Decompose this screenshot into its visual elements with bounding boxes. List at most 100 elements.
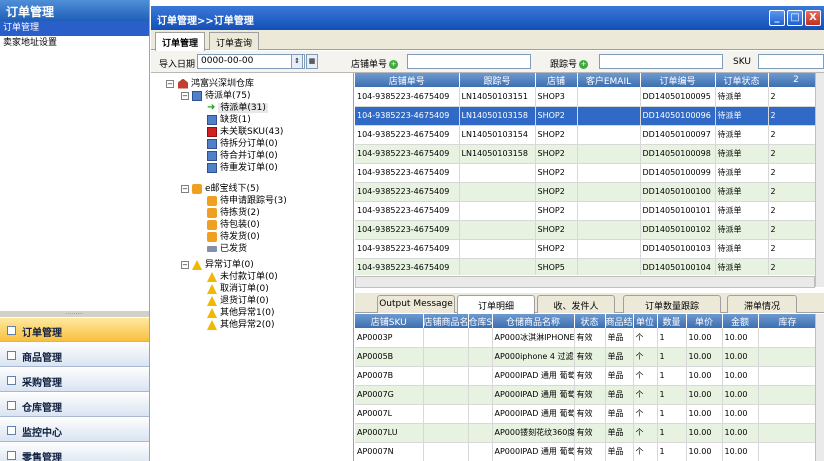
maximize-button[interactable]: □ — [787, 10, 803, 26]
sidebar-item-seller-address[interactable]: 卖家地址设置 — [0, 36, 149, 51]
tree-node-packing[interactable]: 待包装(0) — [207, 219, 260, 231]
tab-stalled-orders[interactable]: 滞单情况 — [727, 295, 797, 313]
shop-order-input[interactable] — [407, 54, 531, 69]
collapse-toggle[interactable]: − — [181, 185, 189, 193]
sidebar-item-order-management[interactable]: 订单管理 — [0, 21, 149, 36]
module-products-button[interactable]: 商品管理 — [0, 343, 149, 367]
detail-vertical-scrollbar[interactable] — [815, 314, 824, 461]
tree-node-other-abnormal-2[interactable]: 其他异常2(0) — [207, 319, 274, 331]
module-label: 仓库管理 — [22, 403, 62, 414]
table-row[interactable]: AP0007LAP000IPAD 通用 葡萄藤花有效单品个110.0010.00 — [355, 404, 817, 424]
arrow-right-icon: ➜ — [207, 101, 216, 113]
tree-node-resend-orders[interactable]: 待重发订单(0) — [207, 162, 278, 174]
tree-node-out-of-stock[interactable]: 缺货(1) — [207, 114, 251, 126]
table-cell — [468, 404, 493, 424]
tree-node-cancelled[interactable]: 取消订单(0) — [207, 283, 269, 295]
tree-node-split-orders[interactable]: 待拆分订单(0) — [207, 138, 278, 150]
details-column-header[interactable]: 库存 — [758, 314, 817, 328]
orders-column-header[interactable]: 跟踪号 — [459, 73, 536, 87]
tree-node-merge-orders[interactable]: 待合并订单(0) — [207, 150, 278, 162]
table-row[interactable]: 104-9385223-4675409 SHOP2 DD14050100103 待派单… — [355, 239, 824, 259]
table-cell: 1 — [657, 328, 687, 348]
tree-node-to-ship[interactable]: 待发货(0) — [207, 231, 260, 243]
tree-node-pending-dispatch[interactable]: 待派单(75) — [192, 90, 250, 102]
table-row[interactable]: 104-9385223-4675409 SHOP2 DD14050100102 待派单… — [355, 220, 824, 240]
table-row[interactable]: AP0007BAP000IPAD 通用 葡萄藤花有效单品个110.0010.00 — [355, 366, 817, 386]
collapse-toggle[interactable]: − — [181, 261, 189, 269]
package-icon — [207, 219, 217, 230]
tree-node-awaiting-dispatch[interactable]: ➜ 待派单(31) — [207, 102, 268, 114]
table-cell — [577, 125, 641, 145]
sku-input[interactable] — [758, 54, 824, 69]
details-column-header[interactable]: 单位 — [633, 314, 658, 328]
table-row[interactable]: AP0007NAP000IPAD 通用 葡萄藤花有效单品个110.0010.00 — [355, 442, 817, 461]
tree-node-warehouse[interactable]: 鸿富兴深圳仓库 — [178, 78, 254, 90]
tab-output-message[interactable]: Output Message — [377, 295, 455, 313]
table-row[interactable]: 104-9385223-4675409 SHOP2 DD14050100100 待派单… — [355, 182, 824, 202]
module-purchasing-button[interactable]: 采购管理 — [0, 368, 149, 392]
tree-node-unpaid[interactable]: 未付款订单(0) — [207, 271, 278, 283]
module-retail-button[interactable]: 零售管理 — [0, 443, 149, 461]
import-date-field[interactable]: 0000-00-00 — [197, 54, 305, 69]
table-row[interactable]: 104-9385223-4675409 LN14050103151 SHOP3 DD1… — [355, 87, 824, 107]
table-row[interactable]: 104-9385223-4675409 LN14050103158 SHOP2 DD1… — [355, 106, 824, 126]
module-orders-button[interactable]: 订单管理 — [0, 318, 149, 342]
table-cell: LN14050103158 — [459, 106, 536, 126]
orders-vertical-scrollbar[interactable] — [815, 73, 824, 287]
table-row[interactable]: AP0005BAP000iphone 4 过滤镜手机有效单品个110.0010.… — [355, 347, 817, 367]
tab-order-details[interactable]: 订单明细 — [457, 295, 535, 314]
tree-node-abnormal-orders[interactable]: 异常订单(0) — [192, 259, 254, 271]
window-title: 订单管理>>订单管理 — [157, 16, 254, 27]
tree-node-other-abnormal-1[interactable]: 其他异常1(0) — [207, 307, 274, 319]
details-column-header[interactable]: 店铺SKU — [355, 314, 424, 328]
table-row[interactable]: 104-9385223-4675409 LN14050103154 SHOP2 DD1… — [355, 125, 824, 145]
collapse-toggle[interactable]: − — [181, 92, 189, 100]
tree-node-returned[interactable]: 退货订单(0) — [207, 295, 269, 307]
tree-node-epacket[interactable]: e邮宝线下(5) — [192, 183, 259, 195]
table-cell: 待派单 — [715, 220, 769, 240]
table-row[interactable]: 104-9385223-4675409 SHOP2 DD14050100101 待派单… — [355, 201, 824, 221]
table-cell: DD14050100096 — [640, 106, 716, 126]
table-cell: 104-9385223-4675409 — [355, 182, 460, 202]
date-spinner-icon[interactable]: ⇕ — [291, 54, 303, 69]
table-row[interactable]: 104-9385223-4675409 LN14050103158 SHOP2 DD1… — [355, 144, 824, 164]
orders-column-header[interactable]: 店铺 — [535, 73, 578, 87]
tree-node-unlinked-sku[interactable]: 未关联SKU(43) — [207, 126, 283, 138]
details-column-header[interactable]: 店铺商品名称 — [423, 314, 469, 328]
tree-node-apply-tracking[interactable]: 待申请跟踪号(3) — [207, 195, 287, 207]
table-cell: 个 — [633, 423, 658, 443]
minimize-button[interactable]: _ — [769, 10, 785, 26]
tree-node-shipped[interactable]: 已发货 — [207, 243, 247, 255]
tree-node-picking[interactable]: 待拣货(2) — [207, 207, 260, 219]
module-warehouse-button[interactable]: 仓库管理 — [0, 393, 149, 417]
details-column-header[interactable]: 仓储商品名称 — [492, 314, 575, 328]
sidebar-splitter[interactable]: ......... — [0, 310, 149, 317]
details-column-header[interactable]: 单价 — [686, 314, 723, 328]
details-column-header[interactable]: 数量 — [657, 314, 687, 328]
close-button[interactable]: X — [805, 10, 821, 26]
table-row[interactable]: 104-9385223-4675409 SHOP5 DD14050100104 待派单… — [355, 258, 824, 275]
details-column-header[interactable]: 状态 — [574, 314, 606, 328]
orders-horizontal-scrollbar[interactable] — [355, 276, 815, 288]
table-row[interactable]: AP0003PAP000冰淇淋IPHONE4s壳有效单品个110.0010.00 — [355, 328, 817, 348]
module-monitoring-button[interactable]: 监控中心 — [0, 418, 149, 442]
details-column-header[interactable]: 商品结构 — [605, 314, 634, 328]
main-window: 订单管理>>订单管理 _ □ X 订单管理 订单查询 导入日期 0000-00-… — [151, 0, 824, 461]
table-row[interactable]: 104-9385223-4675409 SHOP2 DD14050100099 待派单… — [355, 163, 824, 183]
orders-column-header[interactable]: 客户EMAIL — [577, 73, 641, 87]
orders-column-header[interactable]: 店铺单号 — [355, 73, 460, 87]
orders-column-header[interactable]: 订单状态 — [715, 73, 769, 87]
table-row[interactable]: AP0007GAP000IPAD 通用 葡萄藤花有效单品个110.0010.00 — [355, 385, 817, 405]
tab-order-query[interactable]: 订单查询 — [209, 32, 260, 50]
calendar-icon[interactable]: ▦ — [306, 54, 318, 69]
orders-column-header[interactable]: 订单编号 — [640, 73, 716, 87]
collapse-toggle[interactable]: − — [166, 80, 174, 88]
tab-order-quantity-tracking[interactable]: 订单数量跟踪 — [623, 295, 721, 313]
details-column-header[interactable]: 仓库SKU — [468, 314, 493, 328]
tab-sender-recipient[interactable]: 收、发件人 — [537, 295, 615, 313]
info-icon: + — [389, 60, 399, 69]
tracking-input[interactable] — [599, 54, 723, 69]
details-column-header[interactable]: 金额 — [722, 314, 759, 328]
tab-order-management[interactable]: 订单管理 — [155, 32, 206, 51]
table-row[interactable]: AP0007LUAP000镂刻花纹360度IPAD有效单品个110.0010.0… — [355, 423, 817, 443]
